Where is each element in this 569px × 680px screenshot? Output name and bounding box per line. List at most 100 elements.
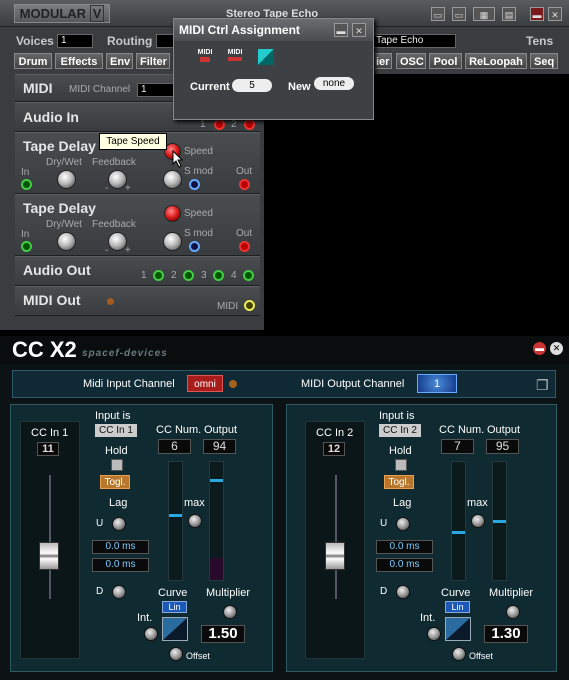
audio-out-jack-4[interactable] bbox=[243, 270, 254, 281]
int-knob[interactable] bbox=[144, 627, 158, 641]
multiplier-value: 1.50 bbox=[201, 625, 245, 643]
offset-knob[interactable] bbox=[452, 647, 466, 661]
close-icon[interactable]: ✕ bbox=[550, 342, 563, 355]
audio-in-jack-1[interactable] bbox=[214, 119, 225, 130]
midi-unassign-icon-text: MIDI bbox=[227, 49, 243, 56]
hold-checkbox[interactable] bbox=[111, 459, 123, 471]
tab-env[interactable]: Env bbox=[106, 53, 133, 69]
int-knob[interactable] bbox=[427, 627, 441, 641]
hold-checkbox[interactable] bbox=[395, 459, 407, 471]
multiplier-knob[interactable] bbox=[506, 605, 520, 619]
close-icon[interactable]: ✕ bbox=[352, 23, 366, 37]
curve-select[interactable]: Lin bbox=[445, 601, 470, 613]
max-knob[interactable] bbox=[188, 514, 202, 528]
multiplier-knob[interactable] bbox=[223, 605, 237, 619]
cc-in-slider-thumb[interactable] bbox=[39, 542, 59, 571]
lag-down-field[interactable]: 0.0 ms bbox=[376, 558, 433, 572]
tape-delay-out-jack[interactable] bbox=[239, 179, 250, 190]
cc-num-field[interactable]: 7 bbox=[441, 439, 474, 454]
audio-out-jack-1[interactable] bbox=[153, 270, 164, 281]
offset-label: Offset bbox=[186, 651, 210, 661]
in-label: In bbox=[21, 167, 30, 178]
lag-down-label: D bbox=[380, 586, 388, 597]
current-value-field[interactable]: 5 bbox=[232, 79, 272, 92]
tab-filter[interactable]: Filter bbox=[136, 53, 170, 69]
lag-up-field[interactable]: 0.0 ms bbox=[376, 540, 433, 554]
tab-seq[interactable]: Seq bbox=[530, 53, 558, 69]
smod-jack[interactable] bbox=[189, 179, 200, 190]
lag-down-knob[interactable] bbox=[396, 585, 410, 599]
curve-select[interactable]: Lin bbox=[162, 601, 187, 613]
midi-channel-field[interactable]: 1 bbox=[137, 83, 175, 97]
cc-in-slider-thumb[interactable] bbox=[325, 542, 345, 571]
int-label: Int. bbox=[137, 612, 153, 624]
output-meter bbox=[209, 461, 224, 581]
cc-num-field[interactable]: 6 bbox=[158, 439, 191, 454]
voices-field[interactable]: 1 bbox=[57, 34, 93, 48]
tape-delay-in-jack[interactable] bbox=[21, 241, 32, 252]
midi-unassign-icon[interactable]: MIDI bbox=[224, 49, 246, 67]
curve-label: Curve bbox=[158, 587, 188, 599]
lag-up-knob[interactable] bbox=[112, 517, 126, 531]
lag-up-knob[interactable] bbox=[396, 517, 410, 531]
drywet-knob[interactable] bbox=[57, 232, 76, 251]
app-logo-mark: V bbox=[89, 5, 105, 22]
midi-learn-icon[interactable]: MIDI bbox=[194, 49, 216, 67]
toggle-button[interactable]: Togl. bbox=[100, 475, 130, 489]
tens-menu[interactable]: Tens bbox=[526, 34, 553, 48]
output-label: Output bbox=[487, 424, 521, 436]
max-knob[interactable] bbox=[471, 514, 485, 528]
lag-down-knob[interactable] bbox=[112, 585, 126, 599]
minimize-icon[interactable]: ▬ bbox=[533, 342, 546, 355]
tab-osc[interactable]: OSC bbox=[396, 53, 426, 69]
voices-label: Voices bbox=[16, 34, 54, 48]
curve-display bbox=[445, 617, 471, 641]
midi-input-channel-select[interactable]: omni bbox=[187, 375, 223, 392]
midi-out-jack[interactable] bbox=[244, 300, 255, 311]
close-icon[interactable]: ✕ bbox=[548, 7, 562, 21]
tab-drum[interactable]: Drum bbox=[14, 53, 52, 69]
minimize-icon[interactable]: ▬ bbox=[530, 7, 544, 21]
input-is-select[interactable]: CC In 2 bbox=[379, 424, 421, 437]
save-icon[interactable]: ▭ bbox=[431, 7, 445, 21]
drywet-knob[interactable] bbox=[57, 170, 76, 189]
midi-output-channel-select[interactable]: 1 bbox=[417, 374, 457, 393]
keyboard-icon[interactable]: ▦ bbox=[473, 7, 495, 21]
smod-jack[interactable] bbox=[189, 241, 200, 252]
assign-icon[interactable] bbox=[258, 49, 274, 65]
input-is-select[interactable]: CC In 1 bbox=[95, 424, 137, 437]
minimize-icon[interactable]: ▬ bbox=[334, 23, 348, 37]
pages-icon[interactable]: ▤ bbox=[502, 7, 516, 21]
smod-knob[interactable] bbox=[163, 232, 182, 251]
presets-icon[interactable]: ❐ bbox=[536, 377, 549, 394]
module-tape-delay-2[interactable]: Tape Delay Dry/Wet Feedback In - + Speed… bbox=[15, 194, 260, 256]
module-audio-out[interactable]: Audio Out 1 2 3 4 bbox=[15, 256, 260, 286]
audio-out-jack-2[interactable] bbox=[183, 270, 194, 281]
midi-input-channel-label: Midi Input Channel bbox=[83, 378, 175, 390]
cc-num-meter bbox=[168, 461, 183, 581]
offset-knob[interactable] bbox=[169, 647, 183, 661]
audio-out-jack-3[interactable] bbox=[213, 270, 224, 281]
lag-up-field[interactable]: 0.0 ms bbox=[92, 540, 149, 554]
patch-name-field[interactable]: Tape Echo bbox=[372, 34, 456, 48]
tab-modifier[interactable]: ier bbox=[372, 53, 392, 69]
smod-knob[interactable] bbox=[163, 170, 182, 189]
tab-effects[interactable]: Effects bbox=[55, 53, 103, 69]
port-label: 3 bbox=[201, 270, 207, 281]
routing-field[interactable] bbox=[156, 34, 174, 48]
output-value-field: 94 bbox=[203, 439, 236, 454]
new-value-field[interactable]: none bbox=[314, 77, 354, 90]
tab-pool[interactable]: Pool bbox=[429, 53, 462, 69]
tab-reloopah[interactable]: ReLoopah bbox=[465, 53, 527, 69]
toggle-button[interactable]: Togl. bbox=[384, 475, 414, 489]
plugin-maker: spacef-devices bbox=[82, 348, 168, 359]
module-title: Tape Delay bbox=[23, 200, 96, 216]
save-as-icon[interactable]: ▭ bbox=[452, 7, 466, 21]
audio-in-jack-2[interactable] bbox=[244, 119, 255, 130]
max-label: max bbox=[467, 497, 488, 509]
tape-delay-in-jack[interactable] bbox=[21, 179, 32, 190]
speed-knob[interactable] bbox=[164, 205, 181, 222]
lag-down-field[interactable]: 0.0 ms bbox=[92, 558, 149, 572]
module-midi-out[interactable]: MIDI Out MIDI bbox=[15, 286, 260, 316]
tape-delay-out-jack[interactable] bbox=[239, 241, 250, 252]
